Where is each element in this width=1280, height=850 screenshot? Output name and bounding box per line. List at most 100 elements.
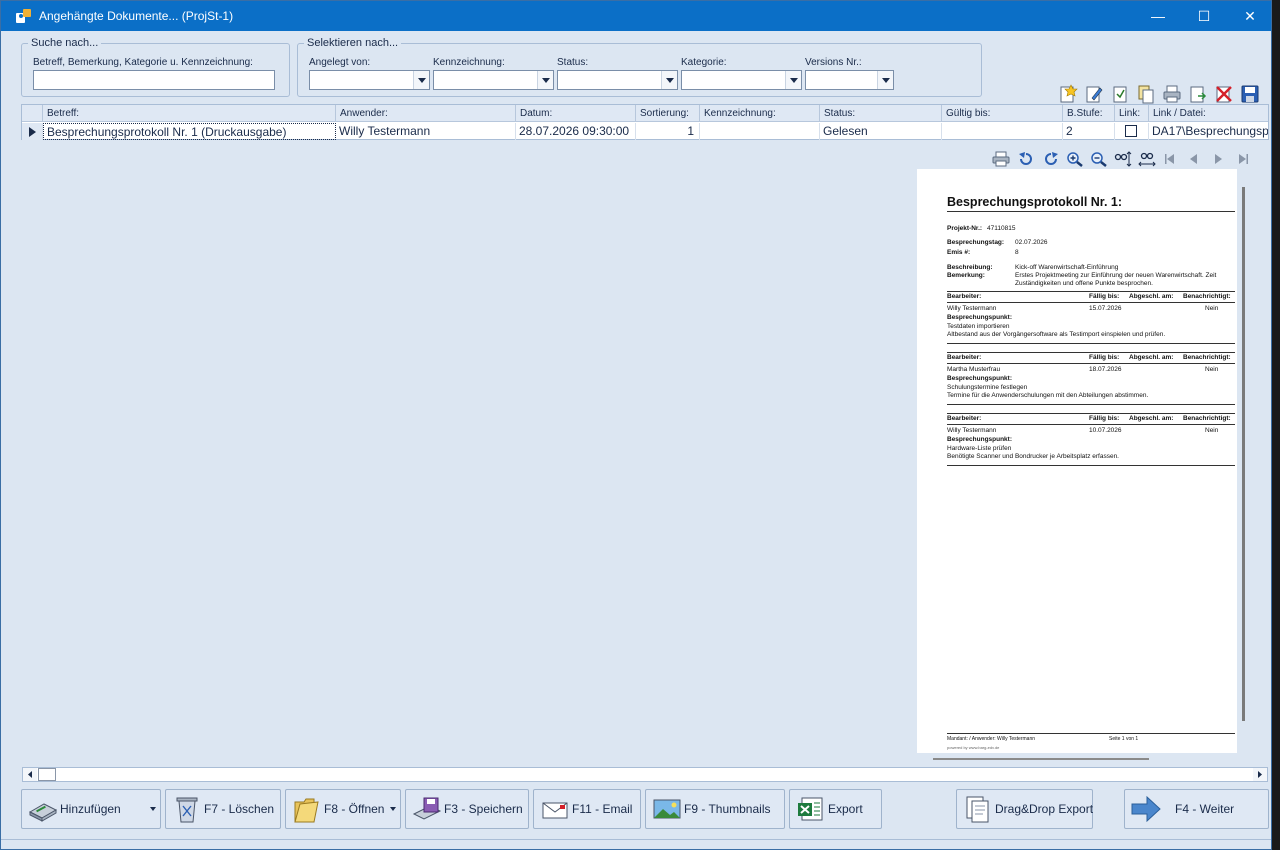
minimize-button[interactable]: — xyxy=(1135,1,1181,31)
header-kennzeichnung[interactable]: Kennzeichnung: xyxy=(700,105,820,122)
row-pointer-icon xyxy=(29,127,36,137)
cell-betreff[interactable]: Besprechungsprotokoll Nr. 1 (Druckausgab… xyxy=(43,123,336,140)
status-combo[interactable] xyxy=(557,70,678,90)
doc-footer-small: powered by www.barg-edv.de xyxy=(947,745,1000,750)
version-combo[interactable] xyxy=(805,70,894,90)
delete-icon[interactable] xyxy=(1214,84,1234,104)
header-anwender[interactable]: Anwender: xyxy=(336,105,516,122)
chevron-down-icon[interactable] xyxy=(877,71,893,89)
fit-height-icon[interactable] xyxy=(1114,151,1132,167)
last-page-icon[interactable] xyxy=(1234,151,1252,167)
first-page-icon[interactable] xyxy=(1161,151,1179,167)
window-title: Angehängte Dokumente... (ProjSt-1) xyxy=(39,9,234,23)
item-punkt-label: Besprechungspunkt: xyxy=(947,314,1013,321)
kategorie-combo[interactable] xyxy=(681,70,802,90)
close-button[interactable]: ✕ xyxy=(1227,1,1271,31)
doc-footer-left: Mandant: / Anwender: Willy Testermann xyxy=(947,736,1036,742)
excel-icon xyxy=(798,797,823,821)
document-preview-page[interactable]: Besprechungsprotokoll Nr. 1: Projekt-Nr.… xyxy=(917,169,1237,753)
previous-page-icon[interactable] xyxy=(1185,151,1203,167)
cell-datum[interactable]: 28.07.2026 09:30:00 xyxy=(516,123,636,140)
dragdrop-export-label: Drag&Drop Export xyxy=(995,802,1094,816)
chevron-down-icon[interactable] xyxy=(785,71,801,89)
export-button-label: Export xyxy=(828,802,863,816)
add-button[interactable]: Hinzufügen xyxy=(21,789,161,829)
kennzeichnung-combo[interactable] xyxy=(433,70,554,90)
open-button[interactable]: F8 - Öffnen xyxy=(285,789,401,829)
scroll-right-button[interactable] xyxy=(1253,768,1267,781)
thumbnails-button-label: F9 - Thumbnails xyxy=(684,802,771,816)
save-icon[interactable] xyxy=(1240,84,1260,104)
row-selector[interactable] xyxy=(22,123,43,140)
new-document-icon[interactable] xyxy=(1058,84,1078,104)
cell-anwender[interactable]: Willy Testermann xyxy=(336,123,516,140)
scanner-icon xyxy=(28,803,58,822)
cell-kennzeichnung[interactable] xyxy=(700,123,820,140)
col-faellig: Fällig bis: xyxy=(1089,354,1120,361)
preview-horizontal-scrollbar[interactable] xyxy=(933,758,1149,760)
next-page-icon[interactable] xyxy=(1209,151,1227,167)
next-button[interactable]: F4 - Weiter xyxy=(1124,789,1269,829)
scroll-thumb[interactable] xyxy=(38,768,56,781)
app-icon xyxy=(16,9,31,23)
item-detail: Benötigte Scanner und Bondrucker je Arbe… xyxy=(947,453,1119,460)
zoom-in-icon[interactable] xyxy=(1066,151,1084,167)
cell-link[interactable] xyxy=(1115,123,1149,140)
maximize-button[interactable]: ☐ xyxy=(1181,1,1227,31)
properties-icon[interactable] xyxy=(1110,84,1130,104)
header-betreff[interactable]: Betreff: xyxy=(43,105,336,122)
header-sortierung[interactable]: Sortierung: xyxy=(636,105,700,122)
search-input[interactable] xyxy=(33,70,275,90)
chevron-down-icon[interactable] xyxy=(661,71,677,89)
rotate-left-icon[interactable] xyxy=(1017,151,1035,167)
thumbnails-button[interactable]: F9 - Thumbnails xyxy=(645,789,785,829)
header-gueltig[interactable]: Gültig bis: xyxy=(942,105,1063,122)
zoom-out-icon[interactable] xyxy=(1090,151,1108,167)
chevron-down-icon[interactable] xyxy=(413,71,429,89)
chevron-down-icon[interactable] xyxy=(390,807,396,811)
scroll-left-button[interactable] xyxy=(23,768,37,781)
chevron-down-icon[interactable] xyxy=(537,71,553,89)
header-datei[interactable]: Link / Datei: xyxy=(1149,105,1268,122)
cell-sortierung[interactable]: 1 xyxy=(636,123,700,140)
cell-gueltig[interactable] xyxy=(942,123,1063,140)
export-document-icon[interactable] xyxy=(1188,84,1208,104)
copy-icon[interactable] xyxy=(1136,84,1156,104)
edit-icon[interactable] xyxy=(1084,84,1104,104)
cell-datei[interactable]: DA17\Besprechungsp xyxy=(1149,123,1268,140)
cell-bstufe[interactable]: 2 xyxy=(1063,123,1115,140)
angelegt-combo[interactable] xyxy=(309,70,430,90)
col-faellig: Fällig bis: xyxy=(1089,293,1120,300)
divider xyxy=(947,211,1235,212)
select-group-title: Selektieren nach... xyxy=(304,37,402,49)
email-button[interactable]: F11 - Email xyxy=(533,789,641,829)
fit-width-icon[interactable] xyxy=(1138,151,1156,167)
header-link[interactable]: Link: xyxy=(1115,105,1149,122)
col-abgeschl: Abgeschl. am: xyxy=(1129,354,1174,361)
title-bar[interactable]: Angehängte Dokumente... (ProjSt-1) — ☐ ✕ xyxy=(1,1,1271,31)
export-button[interactable]: Export xyxy=(789,789,882,829)
divider xyxy=(947,465,1235,466)
header-status[interactable]: Status: xyxy=(820,105,942,122)
print-preview-icon[interactable] xyxy=(992,151,1010,167)
save-button[interactable]: F3 - Speichern xyxy=(405,789,529,829)
table-row[interactable]: Besprechungsprotokoll Nr. 1 (Druckausgab… xyxy=(22,123,1268,140)
item-detail: Altbestand aus der Vorgängersoftware als… xyxy=(947,331,1166,338)
chevron-left-icon xyxy=(28,771,32,778)
save-button-label: F3 - Speichern xyxy=(444,802,523,816)
select-group: Selektieren nach... Angelegt von: Kennze… xyxy=(297,37,982,97)
dragdrop-export-button[interactable]: Drag&Drop Export xyxy=(956,789,1093,829)
col-abgeschl: Abgeschl. am: xyxy=(1129,293,1174,300)
col-bearbeiter: Bearbeiter: xyxy=(947,293,982,300)
rotate-right-icon[interactable] xyxy=(1042,151,1060,167)
chevron-down-icon[interactable] xyxy=(150,807,156,811)
printer-icon[interactable] xyxy=(1162,84,1182,104)
link-checkbox[interactable] xyxy=(1125,125,1137,137)
header-datum[interactable]: Datum: xyxy=(516,105,636,122)
grid-horizontal-scrollbar[interactable] xyxy=(22,767,1268,782)
preview-vertical-scrollbar[interactable] xyxy=(1242,187,1245,721)
cell-status[interactable]: Gelesen xyxy=(820,123,942,140)
delete-button[interactable]: F7 - Löschen xyxy=(165,789,281,829)
doc-tag-value: 02.07.2026 xyxy=(1015,239,1048,246)
header-bstufe[interactable]: B.Stufe: xyxy=(1063,105,1115,122)
